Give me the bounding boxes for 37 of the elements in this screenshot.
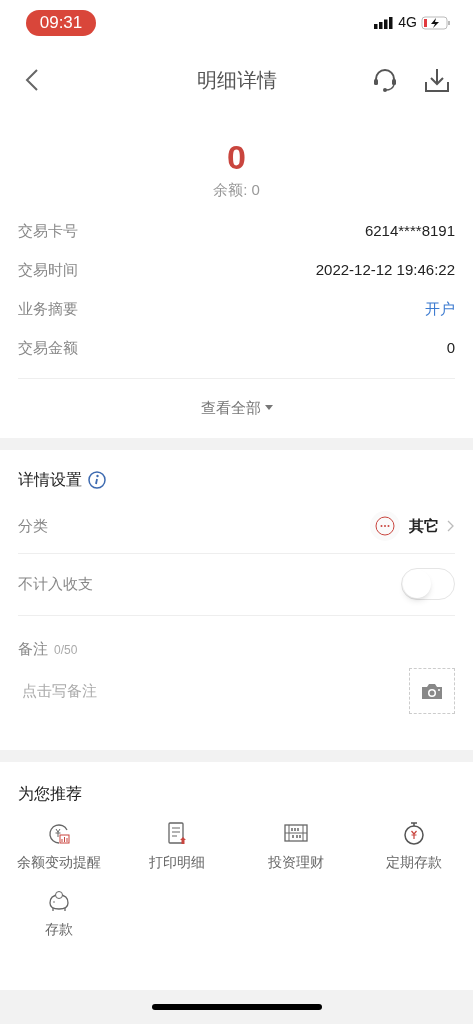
section-title: 为您推荐	[18, 784, 83, 804]
setting-label: 不计入收支	[18, 573, 93, 594]
signal-icon	[374, 16, 395, 29]
status-time: 09:31	[26, 9, 96, 36]
shortcut-button[interactable]: 存款	[0, 887, 119, 940]
caret-icon	[264, 405, 273, 411]
toggle-switch[interactable]	[401, 568, 455, 600]
shortcut-button[interactable]: 余额变动提醒	[0, 820, 119, 873]
camera-icon	[421, 682, 443, 700]
view-all-button[interactable]: 查看全部	[200, 396, 273, 420]
section-title: 详情设置	[18, 469, 82, 490]
detail-value: 0	[446, 337, 455, 358]
amount-value: 0	[227, 137, 246, 177]
note-input[interactable]: 点击写备注	[18, 679, 268, 703]
shortcut-button[interactable]: 打印明细	[118, 820, 237, 873]
detail-label: 交易卡号	[18, 220, 78, 241]
detail-label: 业务摘要	[18, 298, 78, 319]
detail-value: 6214****8191	[364, 220, 455, 241]
network-label: 4G	[398, 13, 417, 32]
download-icon[interactable]	[423, 66, 451, 94]
page-title: 明细详情	[196, 68, 277, 93]
shortcut-button[interactable]: 投资理财	[236, 820, 355, 873]
battery-icon	[421, 15, 451, 30]
detail-link[interactable]: 开户	[425, 297, 455, 321]
detail-label: 交易金额	[18, 337, 78, 358]
char-count: 0/50	[54, 641, 78, 659]
shortcut-button[interactable]: 定期存款	[354, 820, 473, 873]
category-selector[interactable]: 其它	[369, 510, 455, 542]
headset-icon[interactable]	[371, 66, 399, 94]
photo-button[interactable]	[409, 668, 455, 714]
setting-label: 分类	[18, 515, 48, 536]
note-label: 备注	[18, 638, 48, 659]
info-icon[interactable]	[88, 470, 106, 489]
balance-text: 余额: 0	[213, 180, 260, 200]
chevron-icon	[447, 520, 455, 532]
detail-label: 交易时间	[18, 259, 78, 280]
detail-value: 2022-12-12 19:46:22	[315, 259, 455, 280]
